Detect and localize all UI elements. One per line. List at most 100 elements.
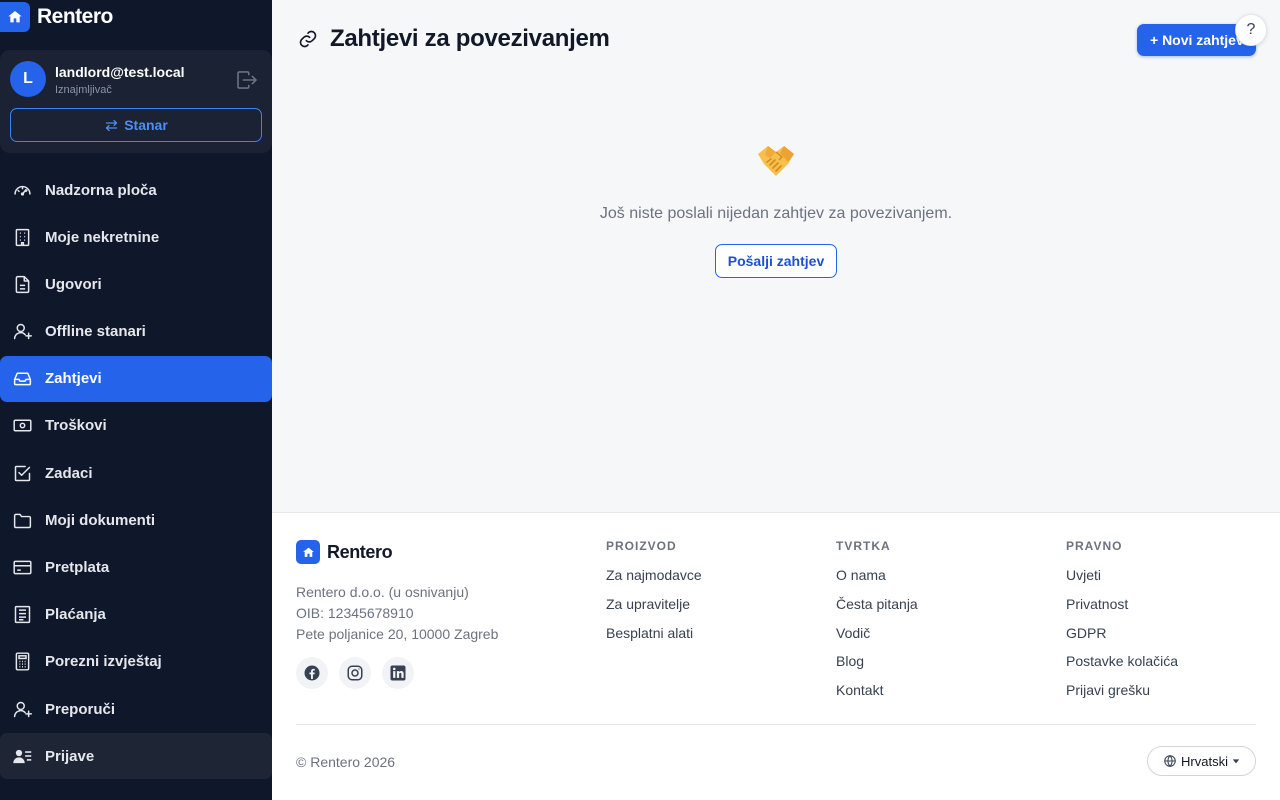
user-plus-icon (13, 323, 32, 340)
company-name: Rentero d.o.o. (u osnivanju) (296, 584, 469, 600)
sidebar-item-zahtjevi[interactable]: Zahtjevi (0, 355, 272, 402)
empty-state: Još niste poslali nijedan zahtjev za pov… (272, 140, 1280, 278)
sidebar-item-offline-stanari[interactable]: Offline stanari (0, 309, 272, 355)
footer-column-company: TVRTKA O nama Česta pitanja Vodič Blog K… (836, 539, 918, 711)
sidebar-item-label: Zahtjevi (45, 370, 102, 388)
sidebar-item-pretplata[interactable]: Pretplata (0, 545, 272, 591)
footer-link[interactable]: Postavke kolačića (1066, 653, 1178, 682)
footer-link[interactable]: GDPR (1066, 625, 1178, 654)
sidebar-item-moje-nekretnine[interactable]: Moje nekretnine (0, 214, 272, 260)
footer: Rentero Rentero d.o.o. (u osnivanju) OIB… (272, 512, 1280, 800)
footer-link[interactable]: Česta pitanja (836, 596, 918, 625)
sidebar-item-label: Pretplata (45, 559, 110, 576)
receipt-icon (14, 606, 31, 624)
footer-brand[interactable]: Rentero (296, 540, 393, 564)
footer-link[interactable]: O nama (836, 567, 918, 596)
footer-column-heading: TVRTKA (836, 539, 891, 553)
house-logo-icon (296, 540, 320, 564)
footer-column-legal: PRAVNO Uvjeti Privatnost GDPR Postavke k… (1066, 539, 1178, 711)
avatar: L (10, 61, 46, 97)
brand[interactable]: Rentero (0, 0, 113, 34)
sidebar-nav: Nadzorna ploča Moje nekretnine Ugovori O… (0, 167, 272, 780)
footer-column-heading: PRAVNO (1066, 539, 1123, 553)
empty-state-message: Još niste poslali nijedan zahtjev za pov… (599, 205, 953, 222)
sidebar-item-label: Offline stanari (45, 323, 146, 341)
instagram-icon (347, 665, 363, 681)
swap-arrows-icon (106, 119, 118, 131)
language-label: Hrvatski (1181, 753, 1228, 769)
footer-link[interactable]: Za upravitelje (606, 596, 702, 625)
user-email: landlord@test.local (55, 64, 185, 80)
footer-link[interactable]: Blog (836, 653, 918, 682)
footer-link[interactable]: Besplatni alati (606, 625, 702, 654)
sidebar-item-label: Nadzorna ploča (45, 181, 157, 199)
footer-divider (296, 724, 1256, 725)
footer-column-product: PROIZVOD Za najmodavce Za upravitelje Be… (606, 539, 702, 653)
sidebar-item-label: Troškovi (45, 417, 107, 435)
footer-column-heading: PROIZVOD (606, 539, 677, 553)
logout-button[interactable] (235, 70, 259, 90)
sidebar-item-nadzorna-ploca[interactable]: Nadzorna ploča (0, 167, 272, 213)
user-list-icon (13, 749, 32, 763)
sidebar-item-label: Moje nekretnine (45, 228, 160, 246)
sidebar-item-label: Prijave (45, 747, 95, 765)
company-address: Pete poljanice 20, 10000 Zagreb (296, 626, 499, 642)
footer-link[interactable]: Privatnost (1066, 596, 1178, 625)
send-request-button[interactable]: Pošalji zahtjev (715, 244, 837, 278)
sidebar-item-preporuci[interactable]: Preporuči (0, 686, 272, 732)
inbox-icon (13, 372, 32, 386)
sidebar-item-label: Moji dokumenti (45, 511, 155, 529)
linkedin-icon (390, 665, 406, 681)
document-icon (15, 275, 30, 293)
sidebar-item-porezni-izvjestaj[interactable]: Porezni izvještaj (0, 639, 272, 685)
sidebar-item-troskovi[interactable]: Troškovi (0, 403, 272, 449)
sidebar-item-moji-dokumenti[interactable]: Moji dokumenti (0, 497, 272, 543)
user-card: L landlord@test.local Iznajmljivač Stana… (0, 50, 272, 153)
calculator-icon (15, 652, 30, 671)
facebook-link[interactable] (296, 657, 328, 689)
sidebar-item-zadaci[interactable]: Zadaci (0, 450, 272, 496)
caret-down-icon (1232, 759, 1240, 764)
brand-name: Rentero (37, 5, 113, 28)
linkedin-link[interactable] (382, 657, 414, 689)
facebook-icon (304, 665, 320, 681)
sidebar-item-placanja[interactable]: Plaćanja (0, 592, 272, 638)
footer-link[interactable]: Uvjeti (1066, 567, 1178, 596)
user-role: Iznajmljivač (55, 84, 112, 96)
sidebar-item-label: Preporuči (45, 700, 116, 718)
instagram-link[interactable] (339, 657, 371, 689)
copyright: © Rentero 2026 (296, 754, 396, 770)
globe-icon (1164, 755, 1176, 767)
checkbox-icon (14, 465, 31, 481)
social-links (296, 657, 414, 689)
page-title: Zahtjevi za povezivanjem (330, 25, 610, 52)
help-button[interactable]: ? (1235, 14, 1267, 46)
sidebar-item-ugovori[interactable]: Ugovori (0, 261, 272, 307)
sidebar-item-label: Ugovori (45, 275, 102, 293)
footer-brand-name: Rentero (327, 541, 393, 562)
footer-link[interactable]: Kontakt (836, 682, 918, 711)
banknote-icon (13, 419, 32, 432)
switch-role-button[interactable]: Stanar (10, 108, 262, 142)
sidebar-item-label: Porezni izvještaj (45, 653, 162, 671)
page-header: Zahtjevi za povezivanjem (298, 25, 610, 53)
credit-card-icon (13, 560, 32, 575)
dashboard-gauge-icon (14, 185, 31, 196)
sidebar-item-label: Plaćanja (45, 606, 106, 624)
footer-link[interactable]: Prijavi grešku (1066, 682, 1178, 711)
user-plus-icon (13, 701, 32, 717)
sidebar-item-label: Zadaci (45, 464, 93, 482)
company-info: Rentero d.o.o. (u osnivanju) OIB: 123456… (296, 582, 498, 645)
language-selector[interactable]: Hrvatski (1147, 746, 1256, 776)
footer-link[interactable]: Za najmodavce (606, 567, 702, 596)
handshake-icon (758, 146, 794, 176)
building-icon (15, 228, 30, 246)
folder-icon (13, 513, 32, 529)
switch-role-label: Stanar (124, 117, 168, 133)
link-icon (299, 30, 317, 48)
house-logo-icon (0, 2, 30, 32)
sidebar: Rentero L landlord@test.local Iznajmljiv… (0, 0, 272, 800)
logout-icon (237, 71, 257, 89)
footer-link[interactable]: Vodič (836, 625, 918, 654)
sidebar-item-prijave[interactable]: Prijave (0, 733, 272, 780)
